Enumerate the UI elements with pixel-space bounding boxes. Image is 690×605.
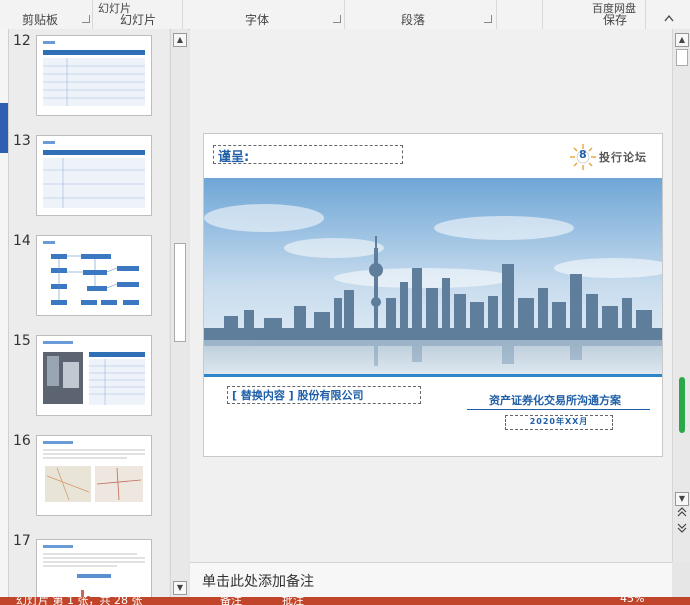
scroll-position-indicator	[679, 377, 685, 433]
slide-thumbnail-13[interactable]	[36, 135, 152, 216]
ribbon-separator	[496, 0, 497, 29]
slide-date: 2020年XX月	[529, 417, 589, 426]
group-save-label: 保存	[603, 13, 628, 27]
slide-number: 12	[13, 33, 31, 49]
thumbnail-preview	[43, 341, 145, 405]
scroll-thumb[interactable]	[676, 49, 688, 66]
comments-toggle-button[interactable]: 批注	[282, 597, 304, 605]
previous-slide-icon[interactable]	[676, 505, 688, 517]
ribbon-separator	[182, 0, 183, 29]
slide-number: 17	[13, 533, 31, 549]
company-name: [ 替换内容 ] 股份有限公司	[232, 389, 364, 402]
recipient-label: 谨呈:	[218, 150, 250, 165]
current-slide[interactable]: 谨呈: 8 投行论坛 [替换内容] 股份有限公司 资产证券化交易所沟通方案 …	[203, 133, 663, 457]
notes-placeholder[interactable]: 单击此处添加备注	[202, 571, 314, 591]
font-launcher-icon[interactable]	[333, 15, 341, 23]
brand-mark: 8	[579, 148, 587, 161]
date-placeholder[interactable]: 2020年XX月	[505, 415, 613, 430]
collapse-ribbon-icon[interactable]	[664, 14, 674, 22]
slide-thumbnail-12[interactable]	[36, 35, 152, 116]
slide-thumbnail-17[interactable]	[36, 539, 152, 597]
thumbnail-preview	[43, 441, 145, 502]
slide-number: 15	[13, 333, 31, 349]
notes-toggle-button[interactable]: 备注	[220, 597, 242, 605]
company-placeholder[interactable]: [ 替换内容 ] 股份有限公司	[227, 386, 421, 404]
left-edge-marker	[0, 103, 8, 153]
slide-title: 资产证券化交易所沟通方案	[489, 394, 621, 407]
ribbon-separator	[542, 0, 543, 29]
slide-count-status: 幻灯片 第 1 张，共 28 张	[16, 597, 143, 605]
slide-editor-area[interactable]: 谨呈: 8 投行论坛 [替换内容] 股份有限公司 资产证券化交易所沟通方案 …	[190, 29, 672, 562]
notes-pane[interactable]: 单击此处添加备注	[190, 562, 672, 598]
left-window-edge	[0, 29, 9, 597]
scroll-down-arrow-icon[interactable]: ▼	[173, 581, 187, 595]
slide-number: 14	[13, 233, 31, 249]
city-skyline-image	[204, 178, 662, 374]
slide-number: 13	[13, 133, 31, 149]
thumbnail-preview	[43, 141, 145, 208]
scroll-up-arrow-icon[interactable]: ▲	[675, 33, 689, 47]
thumbnail-preview	[43, 41, 145, 106]
slide-accent-bar	[204, 374, 662, 377]
slide-number: 16	[13, 433, 31, 449]
thumbnail-scrollbar[interactable]: ▲ ▼	[170, 29, 188, 597]
slide-thumbnail-pane[interactable]: 12 13 14 15 16 17	[9, 29, 169, 597]
group-font-label: 字体	[245, 13, 270, 27]
next-slide-icon[interactable]	[676, 523, 688, 535]
scroll-down-arrow-icon[interactable]: ▼	[675, 492, 689, 506]
status-bar: 幻灯片 第 1 张，共 28 张 备注 批注 45%	[0, 597, 690, 605]
thumbnail-preview	[43, 545, 145, 597]
ribbon: 幻灯片 百度网盘 剪贴板 幻灯片 字体 段落 保存	[0, 0, 690, 30]
slide-thumbnail-14[interactable]	[36, 235, 152, 316]
slide-thumbnail-15[interactable]	[36, 335, 152, 416]
clipboard-launcher-icon[interactable]	[82, 15, 90, 23]
ribbon-separator	[92, 0, 93, 29]
editor-scrollbar[interactable]: ▲ ▼	[672, 29, 690, 562]
scroll-thumb[interactable]	[174, 243, 186, 342]
title-underline	[467, 409, 650, 410]
zoom-level[interactable]: 45%	[620, 597, 644, 605]
thumbnail-preview	[43, 241, 139, 305]
scroll-up-arrow-icon[interactable]: ▲	[173, 33, 187, 47]
group-paragraph-label: 段落	[401, 13, 426, 27]
slide-thumbnail-16[interactable]	[36, 435, 152, 516]
group-slides-label: 幻灯片	[120, 13, 157, 27]
paragraph-launcher-icon[interactable]	[484, 15, 492, 23]
group-clipboard-label: 剪贴板	[22, 13, 59, 27]
brand-text: 投行论坛	[599, 151, 647, 164]
ribbon-separator	[645, 0, 646, 29]
recipient-placeholder[interactable]: 谨呈:	[213, 145, 403, 165]
ribbon-separator	[344, 0, 345, 29]
